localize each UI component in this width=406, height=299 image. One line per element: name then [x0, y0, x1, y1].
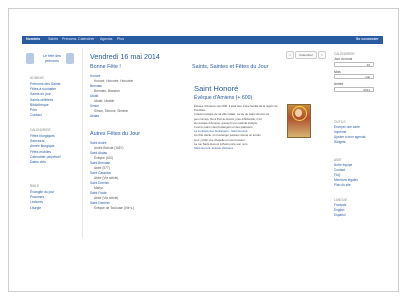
- saint-name-title: Saint Honoré: [194, 84, 239, 93]
- left-link[interactable]: Contact: [30, 113, 78, 118]
- right-section-heading: OUTILS: [334, 120, 346, 124]
- misc-link[interactable]: Plan du site: [334, 183, 380, 188]
- right-section-heading: CALENDRIER: [334, 52, 355, 56]
- year-select[interactable]: 2014: [334, 86, 374, 92]
- left-link[interactable]: Dates clés: [30, 160, 78, 165]
- left-divider: [82, 48, 83, 238]
- right-section-heading: AIDE: [334, 158, 342, 162]
- right-sidebar: CALENDRIER Jour du mois 16 Mois mai Anné…: [334, 48, 380, 248]
- nav-item[interactable]: Saints: [48, 37, 58, 41]
- left-section-heading: CALENDRIER: [30, 128, 51, 132]
- nav-item[interactable]: Agenda: [100, 37, 112, 41]
- actions-section: OUTILS Envoyer une carte Imprimer Ajoute…: [334, 120, 380, 145]
- left-column: Bonne Fête ! Honoré Honoré, Honorée, Hon…: [90, 64, 180, 211]
- calendar-button[interactable]: Calendrier: [295, 51, 317, 59]
- left-section: CALENDRIER Fêtes liturgiques Sanctoral A…: [30, 128, 78, 165]
- prev-day-button[interactable]: <: [286, 51, 294, 59]
- left-link[interactable]: Liturgie: [30, 206, 78, 211]
- left-section-heading: BIBLE: [30, 184, 40, 188]
- logo-right-icon: [66, 53, 74, 64]
- left-section: NOMINIS Prénoms des Saints Fêtes à souha…: [30, 76, 78, 118]
- saint-face: [295, 109, 302, 117]
- saint-icon-image[interactable]: [287, 104, 311, 138]
- saint-subtitle: Évêque d'Amiens (+ 600): [194, 95, 253, 101]
- top-nav: Nominis Saints Prénoms Calendrier Agenda…: [22, 36, 383, 44]
- left-section: BIBLE Évangile du jour Psaumes Lectures …: [30, 184, 78, 211]
- lang-section: LANGUE Français English Español: [334, 198, 380, 218]
- right-section-heading: LANGUE: [334, 198, 348, 202]
- action-link[interactable]: Widgets: [334, 140, 380, 145]
- saint-link[interactable]: Saint Honoré, évêque d'Amiens: [194, 146, 284, 150]
- logo-left-icon: [26, 53, 34, 64]
- date-picker-section: CALENDRIER Jour du mois 16 Mois mai Anné…: [334, 52, 380, 95]
- page-date: Vendredi 16 mai 2014: [90, 52, 160, 61]
- nav-item[interactable]: Calendrier: [78, 37, 95, 41]
- day-label: Jour du mois: [334, 57, 353, 61]
- site-logo[interactable]: Le fête des prénoms: [26, 52, 76, 66]
- misc-section: AIDE Notre équipe Contact FAQ Mentions l…: [334, 158, 380, 188]
- saint-description: Évêque d'Amiens vers 600. Il était issu …: [194, 104, 284, 150]
- left-section-heading: NOMINIS: [30, 76, 44, 80]
- description-line: Évêque d'Amiens vers 600. Il était issu …: [194, 104, 278, 113]
- next-day-button[interactable]: >: [318, 51, 326, 59]
- autre-fete-sub: Évêque de Toulouse (VIe s.): [94, 206, 134, 210]
- main-content: Vendredi 16 mai 2014 < Calendrier > Bonn…: [88, 48, 328, 248]
- month-select[interactable]: mai: [334, 74, 374, 80]
- right-column: Saints, Saintes et Fêtes du Jour Saint H…: [192, 64, 327, 150]
- lang-link[interactable]: Español: [334, 213, 380, 218]
- brand-link[interactable]: Nominis: [26, 37, 40, 41]
- nav-item[interactable]: Prénoms: [62, 37, 76, 41]
- day-select[interactable]: 16: [334, 61, 374, 67]
- logo-text: Le fête des prénoms: [43, 54, 61, 63]
- saints-header: Saints, Saintes et Fêtes du Jour: [192, 64, 269, 70]
- nav-item[interactable]: Plus: [117, 37, 124, 41]
- left-sidebar: Le fête des prénoms NOMINIS Prénoms des …: [26, 48, 80, 238]
